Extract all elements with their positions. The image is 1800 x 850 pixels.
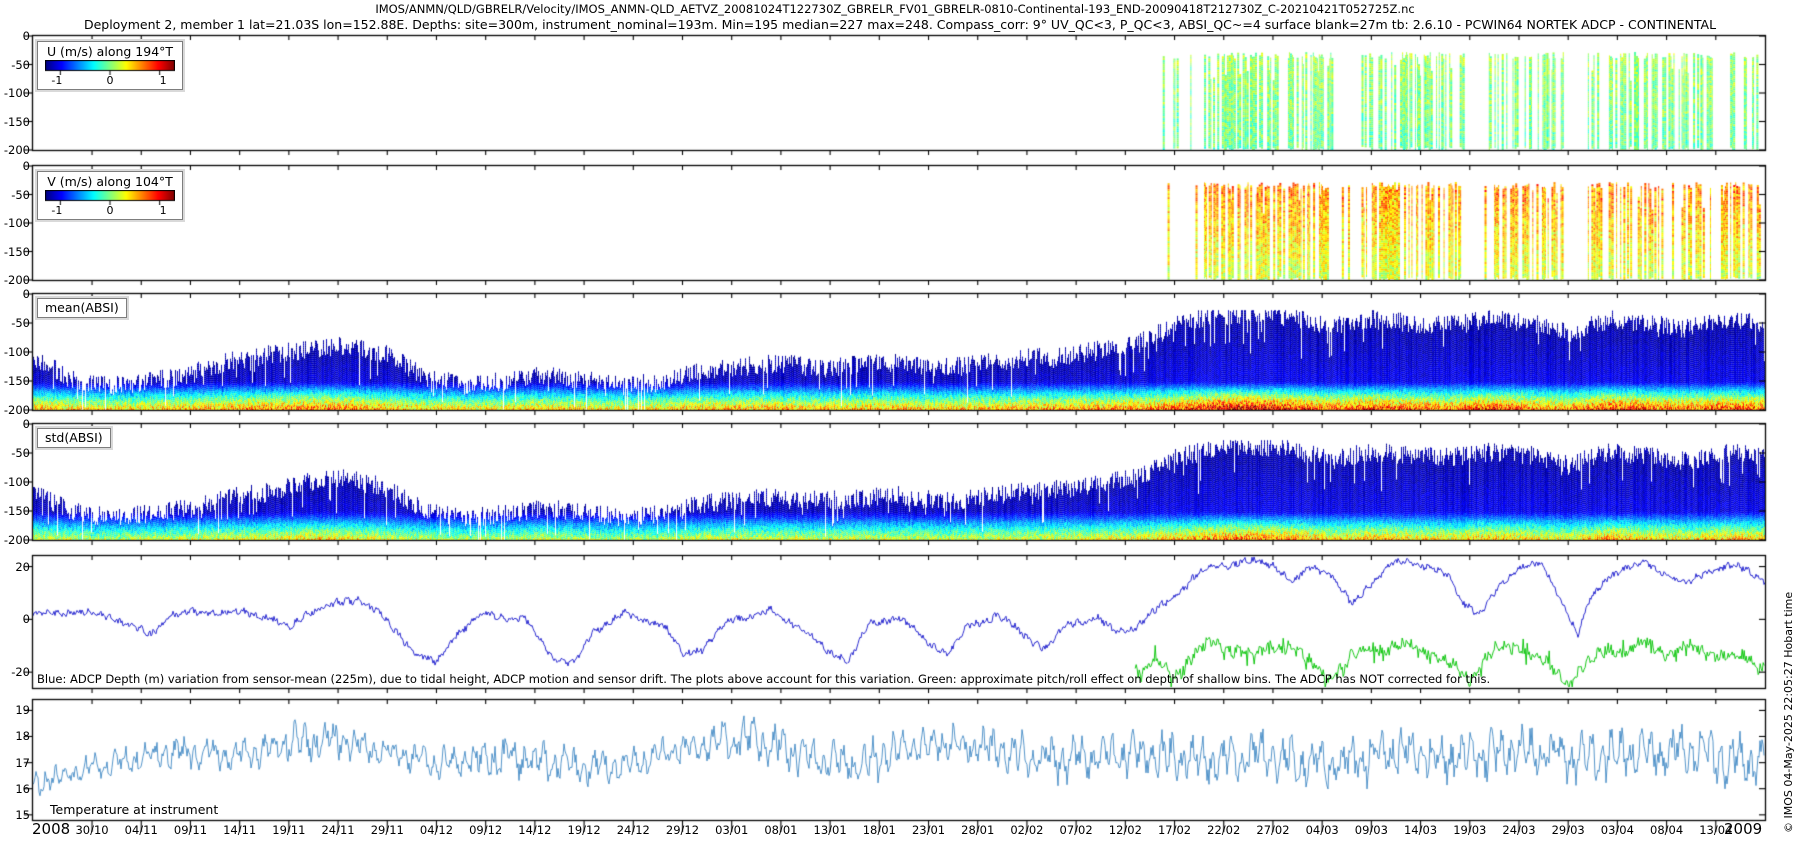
y-tick-label: 0 — [0, 613, 30, 625]
x-tick-label: 07/02 — [1051, 823, 1101, 837]
y-tick-label: -200 — [0, 404, 30, 416]
v-velocity-plot — [33, 166, 1765, 280]
x-tick-label: 23/01 — [904, 823, 954, 837]
imos-watermark: © IMOS 04-May-2025 22:05:27 Hobart time — [1782, 592, 1795, 833]
depth-variation-note: Blue: ADCP Depth (m) variation from sens… — [37, 672, 1490, 686]
y-tick-label: -150 — [0, 375, 30, 387]
u-legend-label: U (m/s) along 194°T — [41, 44, 179, 59]
x-tick-label: 08/04 — [1642, 823, 1692, 837]
x-tick-label: 22/02 — [1199, 823, 1249, 837]
x-tick-label: 29/03 — [1543, 823, 1593, 837]
v-colorbar — [45, 190, 175, 205]
figure-title: IMOS/ANMN/QLD/GBRELR/Velocity/IMOS_ANMN-… — [0, 2, 1790, 16]
u-legend: U (m/s) along 194°T -1 0 1 — [37, 41, 183, 90]
depth-variation-plot — [33, 556, 1765, 688]
temperature-plot — [33, 700, 1765, 820]
temperature-label: Temperature at instrument — [50, 802, 218, 817]
x-tick-label: 30/10 — [67, 823, 117, 837]
x-tick-label: 13/04 — [1691, 823, 1741, 837]
x-tick-label: 19/11 — [264, 823, 314, 837]
x-tick-label: 14/11 — [215, 823, 265, 837]
u-velocity-plot — [33, 36, 1765, 150]
x-tick-label: 19/03 — [1445, 823, 1495, 837]
x-tick-label: 24/11 — [313, 823, 363, 837]
x-tick-label: 27/02 — [1248, 823, 1298, 837]
y-tick-label: -100 — [0, 217, 30, 229]
x-tick-label: 09/12 — [461, 823, 511, 837]
x-tick-label: 19/12 — [559, 823, 609, 837]
y-tick-label: 19 — [0, 704, 30, 716]
x-tick-label: 02/02 — [1002, 823, 1052, 837]
y-tick-label: -100 — [0, 346, 30, 358]
x-tick-label: 24/12 — [608, 823, 658, 837]
x-tick-label: 12/02 — [1100, 823, 1150, 837]
x-tick-label: 13/01 — [805, 823, 855, 837]
figure-subtitle: Deployment 2, member 1 lat=21.03S lon=15… — [0, 17, 1800, 32]
v-legend-label: V (m/s) along 104°T — [41, 174, 179, 189]
colorbar-tick-label: 0 — [107, 74, 114, 87]
y-tick-label: 0 — [0, 288, 30, 300]
y-tick-label: 0 — [0, 418, 30, 430]
y-tick-label: -50 — [0, 447, 30, 459]
x-tick-label: 09/03 — [1346, 823, 1396, 837]
y-tick-label: -100 — [0, 87, 30, 99]
y-tick-label: 0 — [0, 160, 30, 172]
y-tick-label: 20 — [0, 561, 30, 573]
y-tick-label: -200 — [0, 534, 30, 546]
y-tick-label: -150 — [0, 505, 30, 517]
x-tick-label: 28/01 — [953, 823, 1003, 837]
year-label-left: 2008 — [32, 820, 70, 838]
x-tick-label: 24/03 — [1494, 823, 1544, 837]
y-tick-label: 17 — [0, 757, 30, 769]
x-tick-label: 09/11 — [165, 823, 215, 837]
u-colorbar — [45, 60, 175, 75]
colorbar-tick-label: -1 — [51, 74, 62, 87]
x-tick-label: 14/03 — [1396, 823, 1446, 837]
v-legend: V (m/s) along 104°T -1 0 1 — [37, 171, 183, 220]
y-tick-label: -200 — [0, 274, 30, 286]
x-tick-label: 03/01 — [707, 823, 757, 837]
y-tick-label: 0 — [0, 30, 30, 42]
x-tick-label: 18/01 — [854, 823, 904, 837]
x-tick-label: 17/02 — [1150, 823, 1200, 837]
y-tick-label: 15 — [0, 809, 30, 821]
y-tick-label: -200 — [0, 144, 30, 156]
x-tick-label: 29/11 — [362, 823, 412, 837]
y-tick-label: -20 — [0, 666, 30, 678]
colorbar-tick-label: 1 — [160, 74, 167, 87]
colorbar-tick-label: 0 — [107, 204, 114, 217]
colorbar-tick-label: -1 — [51, 204, 62, 217]
mean-absi-plot — [33, 294, 1765, 410]
x-tick-label: 04/03 — [1297, 823, 1347, 837]
u-colorbar-ticks: -1 0 1 — [41, 75, 179, 88]
mean-absi-label: mean(ABSI) — [37, 298, 127, 318]
y-tick-label: -50 — [0, 59, 30, 71]
std-absi-plot — [33, 424, 1765, 540]
x-tick-label: 14/12 — [510, 823, 560, 837]
y-tick-label: 18 — [0, 730, 30, 742]
figure-page: IMOS/ANMN/QLD/GBRELR/Velocity/IMOS_ANMN-… — [0, 0, 1800, 850]
y-tick-label: -150 — [0, 116, 30, 128]
x-tick-label: 29/12 — [658, 823, 708, 837]
y-tick-label: -100 — [0, 476, 30, 488]
y-tick-label: -50 — [0, 189, 30, 201]
std-absi-label: std(ABSI) — [37, 428, 111, 448]
x-tick-label: 04/11 — [116, 823, 166, 837]
y-tick-label: -150 — [0, 246, 30, 258]
v-colorbar-ticks: -1 0 1 — [41, 205, 179, 218]
y-tick-label: 16 — [0, 783, 30, 795]
x-tick-label: 04/12 — [411, 823, 461, 837]
y-tick-label: -50 — [0, 317, 30, 329]
x-tick-label: 03/04 — [1592, 823, 1642, 837]
colorbar-tick-label: 1 — [160, 204, 167, 217]
x-tick-label: 08/01 — [756, 823, 806, 837]
